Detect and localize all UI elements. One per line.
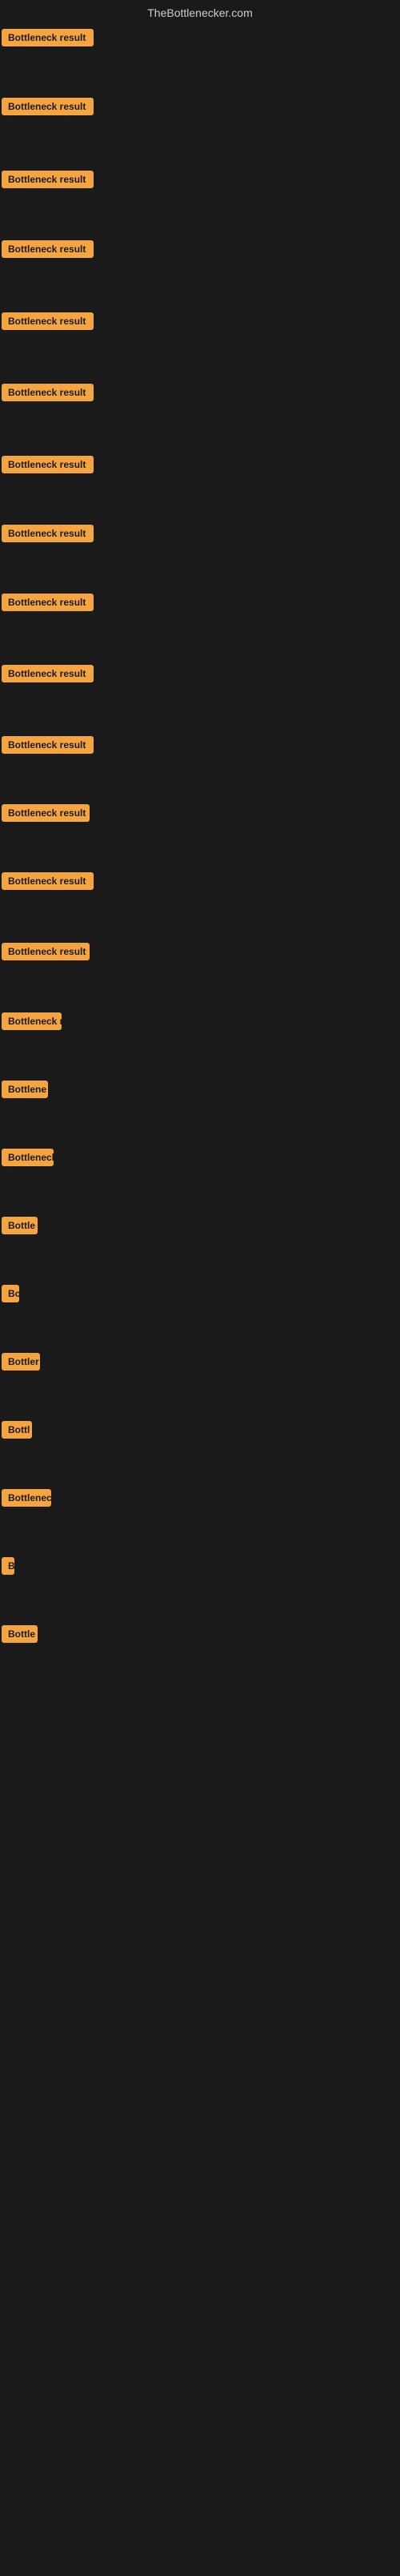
result-row-24: Bottle <box>2 1625 38 1647</box>
result-row-22: Bottlenec <box>2 1489 51 1511</box>
result-row-23: B <box>2 1557 14 1579</box>
bottleneck-badge-23[interactable]: B <box>2 1557 14 1575</box>
site-title: TheBottlenecker.com <box>0 0 400 29</box>
bottleneck-badge-10[interactable]: Bottleneck result <box>2 665 94 682</box>
bottleneck-badge-6[interactable]: Bottleneck result <box>2 384 94 401</box>
result-row-19: Bo <box>2 1285 19 1306</box>
result-row-16: Bottlene <box>2 1081 48 1102</box>
bottleneck-badge-12[interactable]: Bottleneck result <box>2 804 90 822</box>
bottleneck-badge-20[interactable]: Bottler <box>2 1353 40 1371</box>
bottleneck-badge-2[interactable]: Bottleneck result <box>2 98 94 115</box>
result-row-17: Bottleneck <box>2 1149 54 1170</box>
bottleneck-badge-5[interactable]: Bottleneck result <box>2 312 94 330</box>
bottleneck-badge-3[interactable]: Bottleneck result <box>2 171 94 188</box>
result-row-8: Bottleneck result <box>2 525 94 546</box>
bottleneck-badge-1[interactable]: Bottleneck result <box>2 29 94 46</box>
result-row-4: Bottleneck result <box>2 240 94 262</box>
result-row-1: Bottleneck result <box>2 29 94 50</box>
bottleneck-badge-8[interactable]: Bottleneck result <box>2 525 94 542</box>
result-row-5: Bottleneck result <box>2 312 94 334</box>
bottleneck-badge-19[interactable]: Bo <box>2 1285 19 1302</box>
bottleneck-badge-17[interactable]: Bottleneck <box>2 1149 54 1166</box>
bottleneck-badge-24[interactable]: Bottle <box>2 1625 38 1643</box>
bottleneck-badge-14[interactable]: Bottleneck result <box>2 943 90 960</box>
result-row-3: Bottleneck result <box>2 171 94 192</box>
bottleneck-badge-4[interactable]: Bottleneck result <box>2 240 94 258</box>
bottleneck-badge-13[interactable]: Bottleneck result <box>2 872 94 890</box>
bottleneck-badge-9[interactable]: Bottleneck result <box>2 594 94 611</box>
result-row-9: Bottleneck result <box>2 594 94 615</box>
bottleneck-badge-21[interactable]: Bottl <box>2 1421 32 1439</box>
result-row-13: Bottleneck result <box>2 872 94 894</box>
bottleneck-badge-16[interactable]: Bottlene <box>2 1081 48 1098</box>
result-row-10: Bottleneck result <box>2 665 94 686</box>
result-row-20: Bottler <box>2 1353 40 1375</box>
bottleneck-badge-11[interactable]: Bottleneck result <box>2 736 94 754</box>
result-row-18: Bottle <box>2 1217 38 1238</box>
result-row-2: Bottleneck result <box>2 98 94 119</box>
bottleneck-badge-18[interactable]: Bottle <box>2 1217 38 1234</box>
bottleneck-badge-7[interactable]: Bottleneck result <box>2 456 94 473</box>
bottleneck-badge-22[interactable]: Bottlenec <box>2 1489 51 1507</box>
result-row-7: Bottleneck result <box>2 456 94 477</box>
result-row-6: Bottleneck result <box>2 384 94 405</box>
bottleneck-badge-15[interactable]: Bottleneck r <box>2 1012 62 1030</box>
result-row-11: Bottleneck result <box>2 736 94 758</box>
result-row-21: Bottl <box>2 1421 32 1443</box>
result-row-12: Bottleneck result <box>2 804 90 826</box>
result-row-15: Bottleneck r <box>2 1012 62 1034</box>
result-row-14: Bottleneck result <box>2 943 90 964</box>
